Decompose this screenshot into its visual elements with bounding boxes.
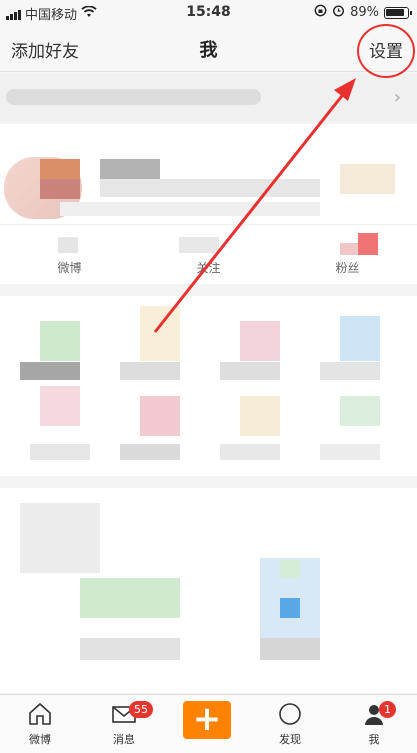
tab-label: 我: [368, 733, 380, 746]
profile-card[interactable]: 微博 关注 粉丝: [0, 124, 417, 284]
pixel-block: [60, 202, 320, 216]
grid-label: [320, 362, 380, 380]
stat-posts[interactable]: 微博: [0, 225, 139, 285]
battery-percent: 89%: [350, 5, 379, 20]
grid-item[interactable]: [140, 306, 180, 361]
orientation-lock-icon: [314, 4, 327, 21]
tab-label: 微博: [29, 733, 51, 746]
grid-item[interactable]: [240, 321, 280, 361]
pixel-block: [358, 233, 378, 255]
grid-label: [20, 362, 80, 380]
status-right: 89%: [314, 4, 412, 21]
grid-item[interactable]: [340, 396, 380, 426]
pixel-block: [179, 237, 219, 253]
pixel-block: [340, 243, 358, 255]
grid-label: [220, 362, 280, 380]
pixel-block: [100, 159, 160, 179]
grid-item[interactable]: [40, 386, 80, 426]
tab-label: 消息: [113, 733, 135, 746]
message-badge: 55: [129, 701, 153, 718]
tab-messages[interactable]: 55 消息: [94, 695, 154, 753]
profile-badge: 1: [379, 701, 396, 718]
tab-discover[interactable]: 发现: [260, 695, 320, 753]
grid-label: [120, 444, 180, 460]
pixel-block: [40, 159, 80, 179]
chevron-right-icon: ›: [393, 87, 401, 108]
nav-bar: 添加好友 我 设置: [0, 26, 417, 72]
grid-label: [220, 444, 280, 460]
grid-item[interactable]: [240, 396, 280, 436]
compose-button[interactable]: +: [183, 701, 231, 739]
blurred-text: [6, 89, 261, 105]
pixel-block: [260, 638, 320, 660]
grid-label: [30, 444, 90, 460]
pixel-block: [58, 237, 78, 253]
grid-label: [120, 362, 180, 380]
grid-label: [320, 444, 380, 460]
stat-label: 关注: [196, 261, 221, 275]
tab-me[interactable]: 1 我: [344, 695, 404, 753]
pixel-block: [280, 560, 300, 578]
pixel-block: [100, 179, 320, 197]
tab-bar: 微博 55 消息 + 发现 1 我: [0, 694, 417, 753]
home-icon: [29, 702, 51, 725]
annotation-circle: [357, 24, 415, 78]
pixel-block: [340, 164, 395, 194]
stat-following[interactable]: 关注: [139, 225, 278, 285]
stats-row: 微博 关注 粉丝: [0, 224, 417, 284]
recommend-card: [0, 488, 417, 693]
stat-label: 粉丝: [335, 261, 360, 275]
shortcut-grid: [0, 296, 417, 476]
discover-icon: [279, 703, 301, 725]
alarm-icon: [332, 4, 345, 21]
notice-strip[interactable]: ›: [0, 74, 417, 122]
pixel-block: [80, 578, 180, 618]
pixel-block: [80, 638, 180, 660]
stat-label: 微博: [57, 261, 82, 275]
stat-followers[interactable]: 粉丝: [278, 225, 417, 285]
pixel-block: [20, 503, 100, 573]
pixel-block: [280, 598, 300, 618]
tab-label: 发现: [279, 733, 301, 746]
grid-item[interactable]: [340, 316, 380, 361]
grid-item[interactable]: [40, 321, 80, 361]
battery-icon: [384, 6, 412, 19]
pixel-block: [40, 179, 80, 199]
tab-weibo[interactable]: 微博: [10, 695, 70, 753]
status-bar: 中国移动 15:48 89%: [0, 0, 417, 26]
page-title: 我: [199, 40, 218, 61]
grid-item[interactable]: [140, 396, 180, 436]
